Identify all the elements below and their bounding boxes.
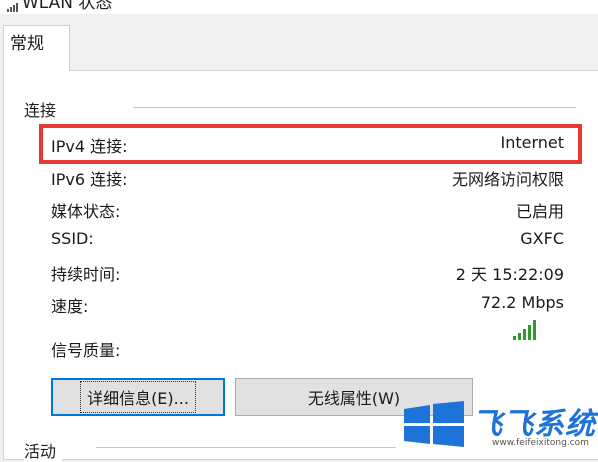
signal-quality-label: 信号质量: [51, 341, 121, 360]
wireless-properties-label: 无线属性(W) [307, 389, 401, 408]
connection-group-divider [133, 107, 576, 108]
watermark-brand: 飞飞系统 [472, 407, 596, 442]
title-bar: WLAN 状态 [0, 0, 598, 14]
details-button[interactable]: 详细信息(E)... [51, 378, 225, 416]
connection-group-label: 连接 [24, 97, 63, 121]
duration-label: 持续时间: [51, 265, 121, 284]
speed-value: 72.2 Mbps [480, 293, 564, 312]
media-state-value: 已启用 [515, 202, 564, 221]
wifi-signal-icon [7, 3, 18, 12]
ssid-label: SSID: [51, 229, 94, 248]
ssid-value: GXFC [520, 229, 564, 248]
media-state-label: 媒体状态: [51, 202, 121, 221]
tab-general[interactable]: 常规 [3, 25, 70, 71]
window-title: WLAN 状态 [22, 0, 113, 13]
activity-group-label: 活动 [24, 438, 63, 462]
activity-group-divider [96, 447, 396, 448]
watermark-url: www.feifeixitong.com [492, 438, 589, 448]
ipv6-value: 无网络访问权限 [451, 170, 564, 189]
watermark: 飞飞系统 www.feifeixitong.com [400, 395, 598, 452]
signal-strength-icon [513, 320, 536, 340]
speed-label: 速度: [51, 297, 89, 316]
windows-logo-icon [404, 401, 464, 447]
duration-value: 2 天 15:22:09 [455, 265, 564, 284]
tab-strip [0, 14, 598, 72]
ipv4-highlight-box [39, 124, 582, 164]
details-button-label: 详细信息(E)... [80, 381, 196, 413]
ipv6-label: IPv6 连接: [51, 170, 128, 189]
